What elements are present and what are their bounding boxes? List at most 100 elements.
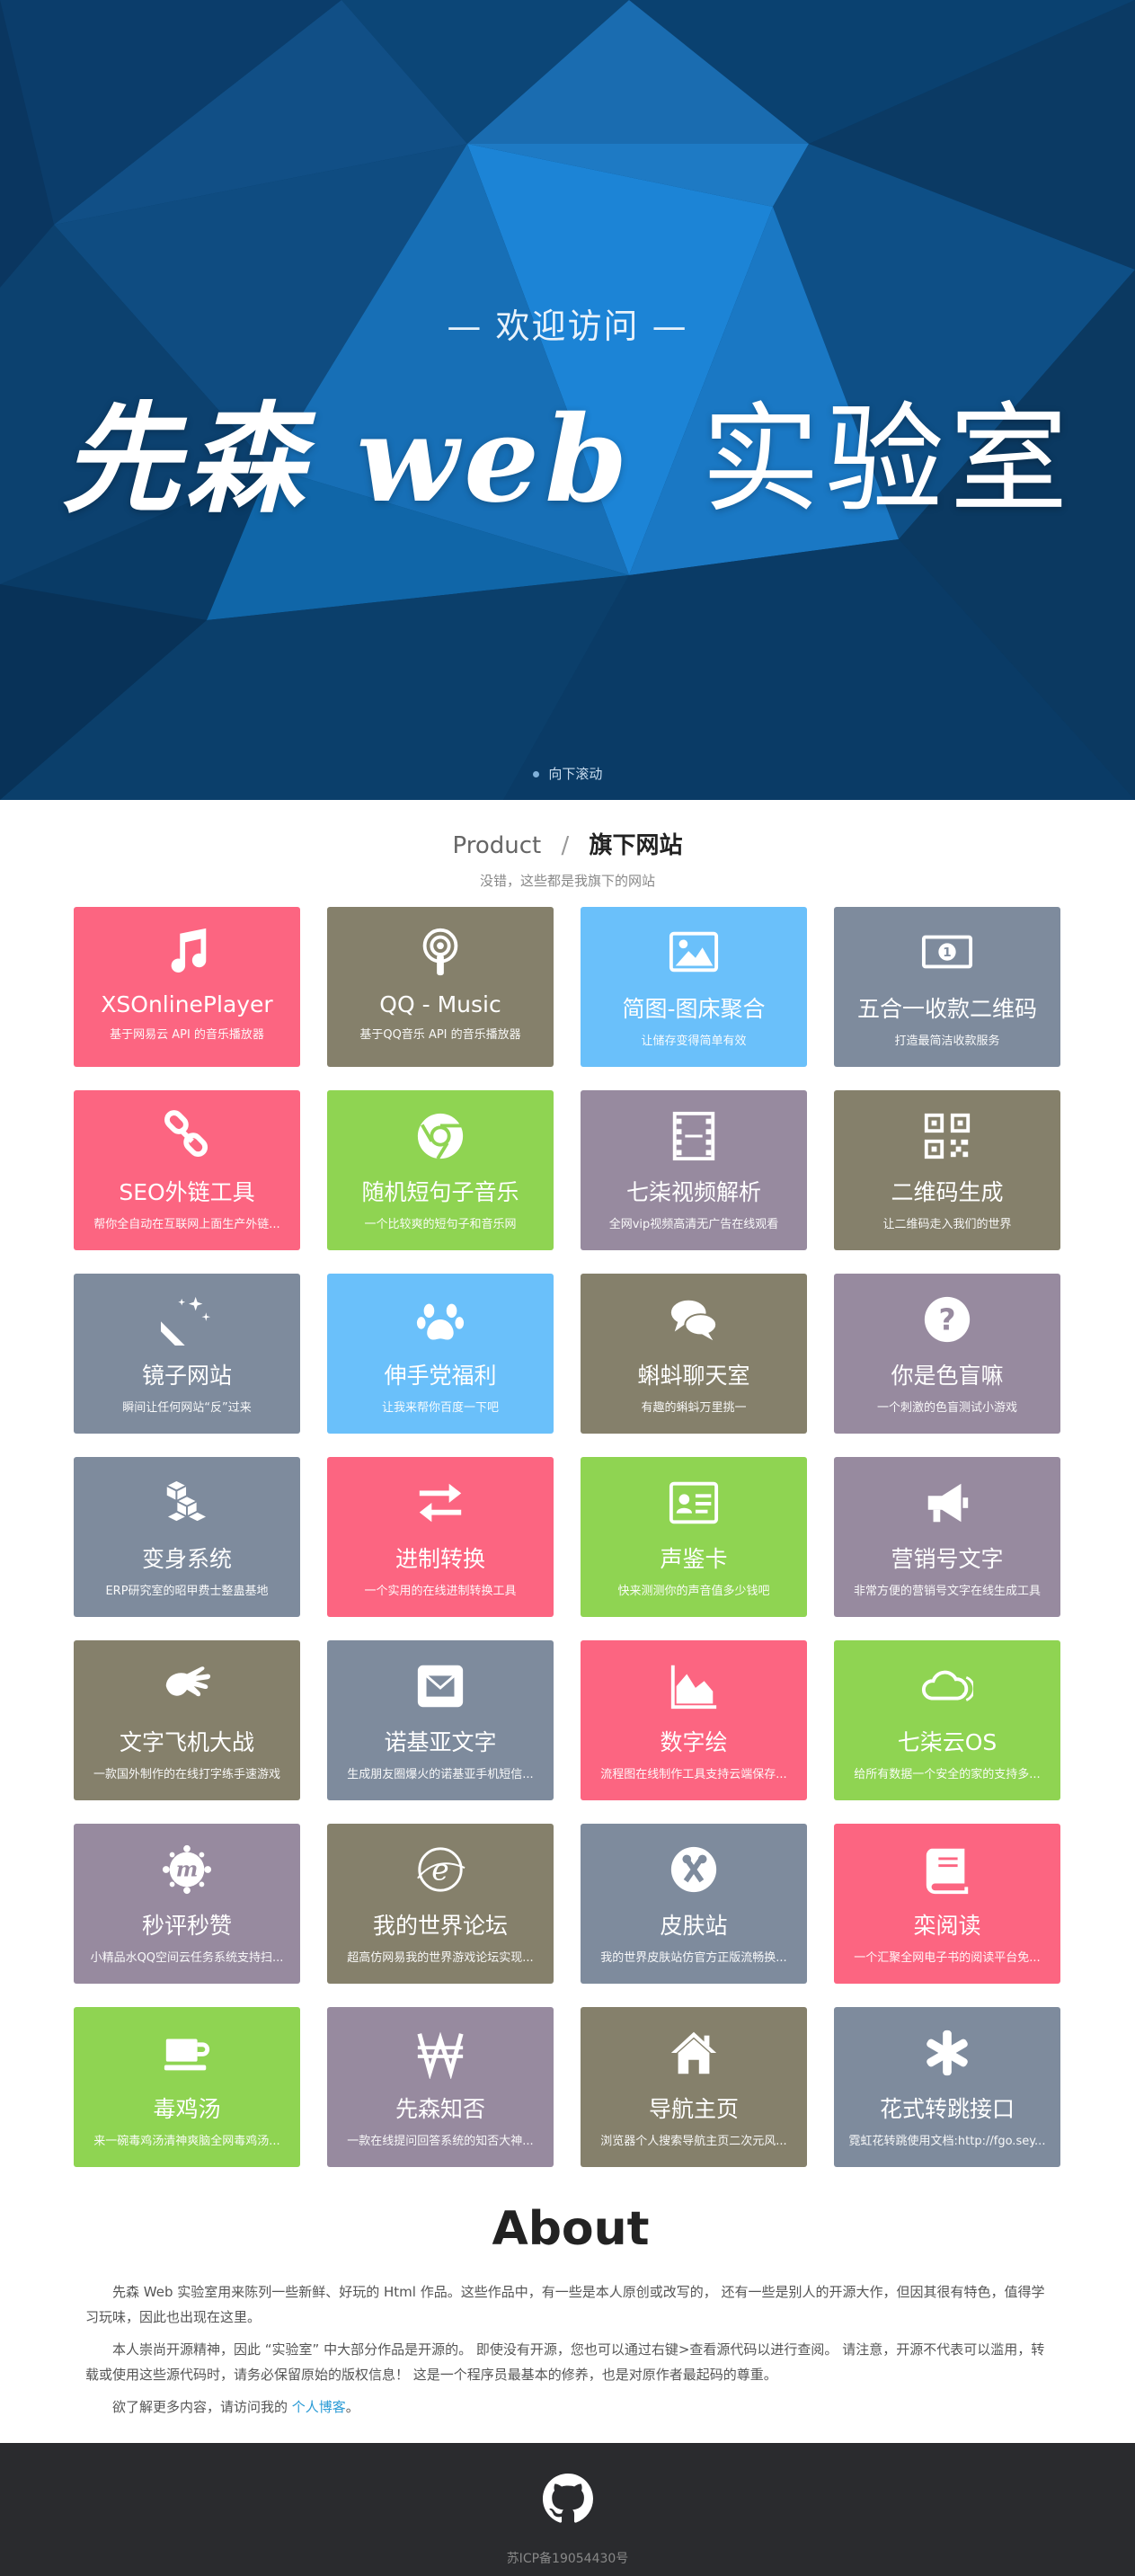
site-card-title: 五合一收款二维码 bbox=[856, 996, 1037, 1022]
site-card-description: 基于网易云 API 的音乐播放器 bbox=[110, 1028, 264, 1042]
site-card[interactable]: 变身系统 ERP研究室的昭甲费士整蛊基地 bbox=[74, 1457, 300, 1617]
site-card[interactable]: QQ - Music 基于QQ音乐 API 的音乐播放器 bbox=[327, 907, 554, 1067]
site-card-title: 花式转跳接口 bbox=[879, 2096, 1015, 2122]
site-card[interactable]: 导航主页 浏览器个人搜索导航主页二次元风... bbox=[581, 2007, 807, 2167]
site-card[interactable]: 皮肤站我的世界皮肤站仿官方正版流畅换... bbox=[581, 1824, 807, 1984]
site-card[interactable]: e 我的世界论坛 超高仿网易我的世界游戏论坛实现... bbox=[327, 1824, 554, 1984]
site-card-title: 数字绘 bbox=[660, 1729, 728, 1755]
site-card-title: 简图-图床聚合 bbox=[622, 996, 766, 1022]
scroll-down-hint[interactable]: 向下滚动 bbox=[0, 764, 1135, 783]
site-card[interactable]: 花式转跳接口霓虹花转跳使用文档:http://fgo.sey... bbox=[834, 2007, 1060, 2167]
music-note-icon bbox=[74, 925, 300, 981]
site-card[interactable]: 数字绘 流程图在线制作工具支持云端保存... bbox=[581, 1640, 807, 1800]
site-card[interactable]: ? 你是色盲嘛一个刺激的色盲测试小游戏 bbox=[834, 1274, 1060, 1434]
site-card-description: 霓虹花转跳使用文档:http://fgo.sey... bbox=[848, 2135, 1046, 2148]
qrcode-icon bbox=[834, 1108, 1060, 1164]
cloud-signal-icon bbox=[834, 1658, 1060, 1714]
paw-icon bbox=[327, 1292, 554, 1347]
product-title-separator: / bbox=[561, 832, 570, 859]
site-card[interactable]: 先森知否 一款在线提问回答系统的知否大神... bbox=[327, 2007, 554, 2167]
site-card[interactable]: 蝌蚪聊天室有趣的蝌蚪万里挑一 bbox=[581, 1274, 807, 1434]
site-card[interactable]: 栾阅读一个汇聚全网电子书的阅读平台免... bbox=[834, 1824, 1060, 1984]
id-card-icon bbox=[581, 1475, 807, 1531]
site-card-description: 帮你全自动在互联网上面生产外链... bbox=[93, 1218, 280, 1231]
site-card-title: 诺基亚文字 bbox=[384, 1729, 497, 1755]
site-card[interactable]: 镜子网站瞬间让任何网站“反”过来 bbox=[74, 1274, 300, 1434]
blog-link[interactable]: 个人博客 bbox=[292, 2399, 346, 2415]
site-card-title: 蝌蚪聊天室 bbox=[637, 1363, 750, 1389]
site-card-title: 镜子网站 bbox=[141, 1363, 232, 1389]
scroll-dot-icon bbox=[532, 771, 539, 777]
site-card[interactable]: 声鉴卡 快来测测你的声音值多少钱吧 bbox=[581, 1457, 807, 1617]
site-card[interactable]: 毒鸡汤 来一碗毒鸡汤清神爽脑全网毒鸡汤... bbox=[74, 2007, 300, 2167]
site-card-description: 给所有数据一个安全的家的支持多... bbox=[854, 1768, 1041, 1781]
about-paragraph-1: 先森 Web 实验室用来陈列一些新鲜、好玩的 Html 作品。这些作品中，有一些… bbox=[85, 2284, 1045, 2325]
site-card-title: 栾阅读 bbox=[913, 1913, 981, 1939]
site-card[interactable]: 七柒云OS 给所有数据一个安全的家的支持多... bbox=[834, 1640, 1060, 1800]
hero-title-part-1: 先森 bbox=[61, 390, 310, 529]
site-card-description: ERP研究室的昭甲费士整蛊基地 bbox=[105, 1585, 269, 1598]
site-card-description: 打造最简洁收款服务 bbox=[894, 1035, 1000, 1048]
chrome-icon bbox=[327, 1108, 554, 1164]
site-card[interactable]: 伸手党福利让我来帮你百度一下吧 bbox=[327, 1274, 554, 1434]
site-card[interactable]: 简图-图床聚合 让储存变得简单有效 bbox=[581, 907, 807, 1067]
site-card[interactable]: 七柒视频解析全网vip视频高清无广告在线观看 bbox=[581, 1090, 807, 1250]
site-card[interactable]: 二维码生成 让二维码走入我们的世界 bbox=[834, 1090, 1060, 1250]
site-card[interactable]: 营销号文字 非常方便的营销号文字在线生成工具 bbox=[834, 1457, 1060, 1617]
book-icon bbox=[834, 1842, 1060, 1897]
site-card-title: 七柒视频解析 bbox=[625, 1179, 761, 1205]
site-card-title: 先森知否 bbox=[395, 2096, 485, 2122]
sign-language-icon bbox=[74, 1658, 300, 1714]
site-card[interactable]: 1 五合一收款二维码打造最简洁收款服务 bbox=[834, 907, 1060, 1067]
podcast-icon bbox=[327, 925, 554, 981]
site-card[interactable]: SEO外链工具 帮你全自动在互联网上面生产外链... bbox=[74, 1090, 300, 1250]
site-card-title: 我的世界论坛 bbox=[372, 1913, 508, 1939]
site-card-description: 我的世界皮肤站仿官方正版流畅换... bbox=[600, 1951, 787, 1965]
cubes-icon bbox=[74, 1475, 300, 1531]
site-card-title: 二维码生成 bbox=[891, 1179, 1004, 1205]
tools-icon bbox=[581, 1842, 807, 1897]
site-card-title: 你是色盲嘛 bbox=[891, 1363, 1004, 1389]
icp-record[interactable]: 苏ICP备19054430号 bbox=[0, 2549, 1135, 2567]
site-card-description: 全网vip视频高清无广告在线观看 bbox=[608, 1218, 779, 1231]
asterisk-icon bbox=[834, 2025, 1060, 2081]
site-card[interactable]: 随机短句子音乐 一个比较爽的短句子和音乐网 bbox=[327, 1090, 554, 1250]
site-card-title: 进制转换 bbox=[395, 1546, 485, 1572]
site-card-description: 生成朋友圈爆火的诺基亚手机短信... bbox=[347, 1768, 534, 1781]
site-card-title: 变身系统 bbox=[141, 1546, 232, 1572]
site-card-description: 小精品水QQ空间云任务系统支持扫... bbox=[90, 1951, 284, 1965]
github-icon[interactable] bbox=[543, 2474, 593, 2524]
site-card[interactable]: 文字飞机大战 一款国外制作的在线打字练手速游戏 bbox=[74, 1640, 300, 1800]
site-card-title: 七柒云OS bbox=[897, 1729, 998, 1755]
site-card-description: 一个比较爽的短句子和音乐网 bbox=[364, 1218, 517, 1231]
site-card-description: 让我来帮你百度一下吧 bbox=[381, 1401, 499, 1415]
svg-text:?: ? bbox=[938, 1302, 955, 1337]
about-p3-prefix: 欲了解更多内容，请访问我的 bbox=[112, 2399, 292, 2415]
site-card[interactable]: 诺基亚文字生成朋友圈爆火的诺基亚手机短信... bbox=[327, 1640, 554, 1800]
site-card-title: 秒评秒赞 bbox=[141, 1913, 232, 1939]
product-section-header: Product / 旗下网站 没错，这些都是我旗下的网站 bbox=[0, 800, 1135, 890]
site-card-description: 有趣的蝌蚪万里挑一 bbox=[641, 1401, 747, 1415]
site-card[interactable]: 进制转换 一个实用的在线进制转换工具 bbox=[327, 1457, 554, 1617]
svg-text:m: m bbox=[176, 1858, 199, 1882]
site-card-title: 伸手党福利 bbox=[384, 1363, 497, 1389]
site-card-description: 一个刺激的色盲测试小游戏 bbox=[876, 1401, 1017, 1415]
site-card[interactable]: XSOnlinePlayer 基于网易云 API 的音乐播放器 bbox=[74, 907, 300, 1067]
site-card-description: 瞬间让任何网站“反”过来 bbox=[122, 1401, 252, 1415]
hero-title-part-2: web bbox=[356, 390, 634, 529]
film-icon bbox=[581, 1108, 807, 1164]
site-card-title: 皮肤站 bbox=[660, 1913, 728, 1939]
envelope-icon bbox=[327, 1658, 554, 1714]
site-card[interactable]: m 秒评秒赞小精品水QQ空间云任务系统支持扫... bbox=[74, 1824, 300, 1984]
site-card-description: 一个汇聚全网电子书的阅读平台免... bbox=[854, 1951, 1041, 1965]
product-title-cn: 旗下网站 bbox=[589, 832, 683, 859]
product-description: 没错，这些都是我旗下的网站 bbox=[479, 873, 655, 889]
site-card-title: XSOnlinePlayer bbox=[101, 991, 273, 1017]
svg-text:e: e bbox=[431, 1852, 448, 1888]
about-title: About bbox=[492, 2202, 650, 2256]
site-card-title: QQ - Music bbox=[379, 991, 501, 1017]
hero-title: 先森 web 实验室 bbox=[0, 364, 1135, 536]
svg-text:1: 1 bbox=[943, 946, 951, 960]
money-bill-icon: 1 bbox=[834, 925, 1060, 981]
about-section: About 先森 Web 实验室用来陈列一些新鲜、好玩的 Html 作品。这些作… bbox=[85, 2202, 1056, 2427]
